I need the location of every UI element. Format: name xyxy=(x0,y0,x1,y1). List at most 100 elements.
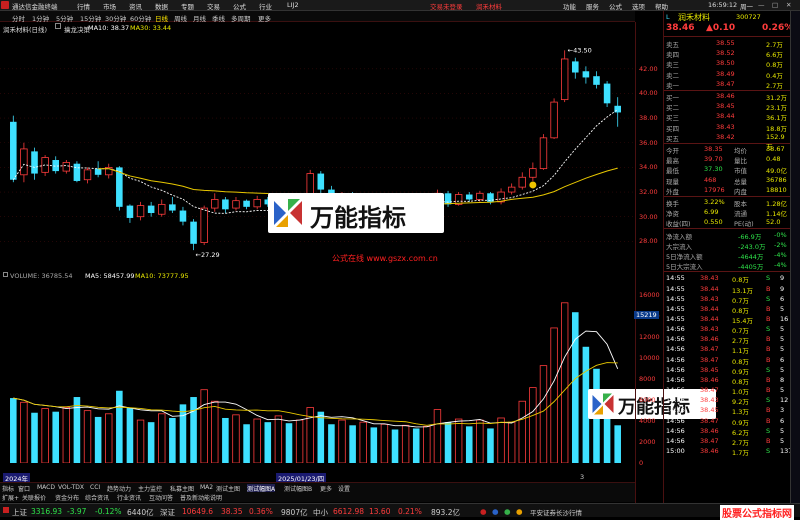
sh-name[interactable]: 上证 xyxy=(12,507,27,518)
candle-body xyxy=(83,169,92,181)
trade-side: B xyxy=(766,284,771,293)
vol-ma10-label: MA10: 73777.95 xyxy=(135,272,189,280)
trade-row: 14:56 38.45 1.3万 B 3 xyxy=(664,405,791,416)
flow-pct: -0% xyxy=(774,230,787,239)
tab-new-energy[interactable]: 普及新动能说明 xyxy=(180,493,222,502)
zx-change: 13.60 xyxy=(369,507,391,516)
ratio-value: 0.550 xyxy=(704,218,723,227)
period-monthly[interactable]: 月线 xyxy=(193,13,206,23)
trade-time: 14:56 xyxy=(666,436,685,445)
menu-item-zhuanti[interactable]: 专题 xyxy=(181,1,194,11)
maximize-icon[interactable]: □ xyxy=(772,1,778,9)
center-logo-text: 万能指标 xyxy=(310,204,406,232)
volume-bar xyxy=(497,417,505,463)
period-fenshi[interactable]: 分时 xyxy=(12,13,25,23)
ratio-label: 收益(四) xyxy=(666,220,691,229)
minimize-icon[interactable]: — xyxy=(758,1,765,9)
status-yellow-icon[interactable]: ● xyxy=(516,507,523,516)
volume-bar xyxy=(465,426,473,463)
volume-chart[interactable] xyxy=(0,281,635,463)
stat-row: 今开 38.35 均价 38.67 xyxy=(664,144,791,155)
tab-news[interactable]: 综合资讯 xyxy=(85,493,109,502)
price-tick: 40.00 xyxy=(639,89,658,98)
candle-body xyxy=(62,162,71,172)
menu-item-gongshi-right[interactable]: 公式 xyxy=(609,1,622,11)
period-5min[interactable]: 5分钟 xyxy=(56,13,73,23)
period-15min[interactable]: 15分钟 xyxy=(80,13,101,23)
tab-vol-tdx[interactable]: VOL-TDX xyxy=(58,484,84,491)
stat-row: 最低 37.30 市值 49.0亿 xyxy=(664,164,791,175)
stock-price-row: 38.46 ▲0.10 0.26% xyxy=(664,23,793,35)
period-1min[interactable]: 1分钟 xyxy=(32,13,49,23)
tab-related-quote[interactable]: 关联报价 xyxy=(22,493,46,502)
menu-item-bangzhu[interactable]: 帮助 xyxy=(655,1,668,11)
sh-value: 3316.93 xyxy=(31,507,63,516)
title-bar: 通达信金融终端 行情 市场 资讯 数据 专题 交易 公式 行业 LIJ2 交易未… xyxy=(0,0,800,11)
tab-industry-news[interactable]: 行业资讯 xyxy=(117,493,141,502)
order-volume: 2.7万 xyxy=(766,81,783,90)
period-multi[interactable]: 多周期 xyxy=(231,13,251,23)
period-quarterly[interactable]: 季线 xyxy=(212,13,225,23)
tab-ma2[interactable]: MA2 xyxy=(200,484,213,491)
volume-tick: 10000 xyxy=(639,354,660,363)
menu-item-zixun[interactable]: 资讯 xyxy=(129,1,142,11)
status-blue-icon[interactable]: ● xyxy=(492,507,499,516)
stock-header: L 润禾材料 300727 xyxy=(664,12,791,23)
volume-expand-icon[interactable] xyxy=(3,272,8,277)
expand-icon[interactable] xyxy=(55,23,61,29)
trade-count: 12 xyxy=(780,396,789,405)
kline-chart[interactable]: ←43.50 ←27.29 xyxy=(0,32,635,270)
order-price: 38.46 xyxy=(716,92,735,100)
menu-item-gongshi[interactable]: 公式 xyxy=(233,1,246,11)
candle-body xyxy=(476,192,484,200)
trade-stock-link[interactable]: 润禾材料 xyxy=(476,1,502,11)
volume-bar xyxy=(190,397,197,463)
menu-item-shuju[interactable]: 数据 xyxy=(155,1,168,11)
period-more[interactable]: 更多 xyxy=(258,13,271,23)
status-red-icon[interactable]: ● xyxy=(480,507,487,516)
volume-bar xyxy=(94,416,102,463)
menu-item-xuanxiang[interactable]: 选项 xyxy=(632,1,645,11)
volume-bar xyxy=(253,418,261,463)
tab-macd[interactable]: MACD xyxy=(37,484,55,491)
volume-bar xyxy=(338,419,346,463)
status-green-icon[interactable]: ● xyxy=(504,507,511,516)
menu-item-fuwu[interactable]: 服务 xyxy=(586,1,599,11)
menu-item-hangqing[interactable]: 行情 xyxy=(77,1,90,11)
side-toolbar[interactable] xyxy=(790,11,800,503)
volume-bar xyxy=(222,417,229,463)
order-price: 38.47 xyxy=(716,79,735,88)
volume-bar xyxy=(571,312,579,463)
menu-item-lij2[interactable]: LIJ2 xyxy=(287,1,299,9)
ratio-row: 净资 6.99 流通 1.14亿 xyxy=(664,207,791,218)
candle-body xyxy=(582,71,590,78)
close-icon[interactable]: ✕ xyxy=(786,1,791,9)
sz-name[interactable]: 深证 xyxy=(160,507,175,518)
period-60min[interactable]: 60分钟 xyxy=(130,13,151,23)
zx-name[interactable]: 中小 xyxy=(313,507,328,518)
side-logo-mark-icon xyxy=(592,393,614,415)
tab-qa[interactable]: 互动问答 xyxy=(149,493,173,502)
period-30min[interactable]: 30分钟 xyxy=(105,13,126,23)
tab-extend[interactable]: 扩展+ xyxy=(2,493,19,502)
flow-pct: -4% xyxy=(774,251,787,259)
tab-cci[interactable]: CCI xyxy=(90,484,100,491)
trade-login-link[interactable]: 交易未登录 xyxy=(430,1,463,11)
flow-row: 大宗流入 -243.0万 -2% xyxy=(664,240,791,251)
trade-count: 8 xyxy=(780,375,785,384)
candle-body xyxy=(571,61,579,73)
sz-pct: 0.36% xyxy=(249,507,273,516)
period-weekly[interactable]: 周线 xyxy=(174,13,187,23)
trade-side: B xyxy=(766,406,771,415)
volume-bar xyxy=(454,418,463,463)
tab-fund-dist[interactable]: 资金分布 xyxy=(55,493,79,502)
status-index-icon xyxy=(3,507,9,513)
menu-item-shichang[interactable]: 市场 xyxy=(103,1,116,11)
menu-item-gongneng[interactable]: 功能 xyxy=(563,1,576,11)
menu-item-hangye[interactable]: 行业 xyxy=(259,1,272,11)
trade-row: 14:56 38.47 1.0万 B 5 xyxy=(664,385,791,396)
logo-mark-icon xyxy=(274,199,302,227)
period-daily[interactable]: 日线 xyxy=(155,13,168,23)
menu-item-jiaoyi[interactable]: 交易 xyxy=(207,1,220,11)
stat-value: 37.30 xyxy=(704,165,723,174)
